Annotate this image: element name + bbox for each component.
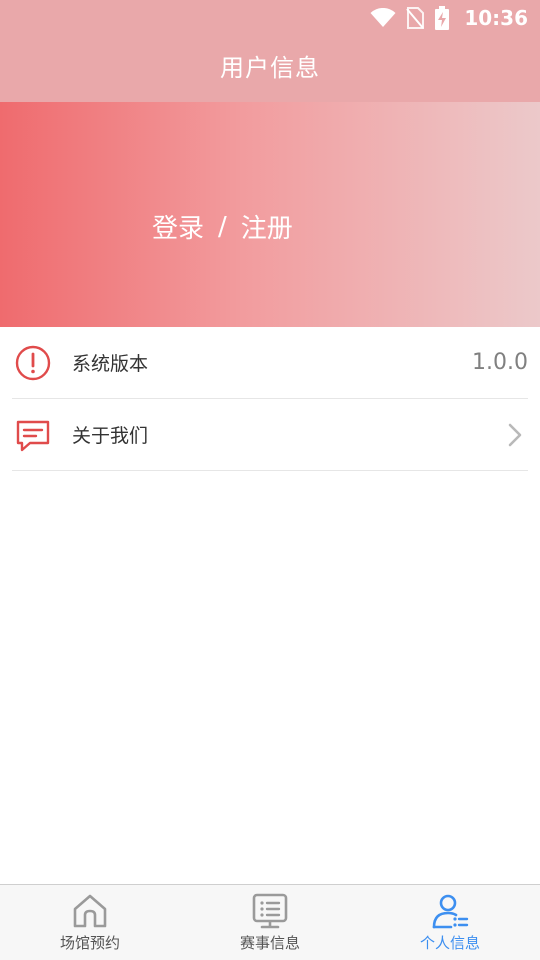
status-bar: 10:36	[0, 0, 540, 36]
list-item-label: 关于我们	[72, 425, 149, 447]
message-icon	[16, 420, 50, 451]
app-header: 10:36 用户信息	[0, 0, 540, 102]
list-item-label: 系统版本	[72, 353, 149, 375]
battery-charging-icon	[435, 6, 450, 30]
nav-label: 场馆预约	[59, 934, 120, 952]
list-item-about-us[interactable]: 关于我们	[12, 399, 528, 471]
wifi-icon	[370, 8, 396, 27]
nav-label: 个人信息	[419, 934, 480, 952]
auth-links: 登录 / 注册	[152, 208, 293, 245]
list-board-icon	[252, 893, 288, 929]
alert-circle-icon	[15, 345, 51, 380]
nav-tab-venue-booking[interactable]: 场馆预约	[0, 885, 180, 960]
user-list-icon	[432, 894, 469, 929]
page-title: 用户信息	[220, 54, 320, 82]
list-item-system-version[interactable]: 系统版本 1.0.0	[12, 327, 528, 399]
home-icon	[73, 894, 107, 928]
nav-tab-personal-info[interactable]: 个人信息	[360, 885, 540, 960]
no-sim-icon	[406, 7, 425, 29]
nav-tab-event-info[interactable]: 赛事信息	[180, 885, 360, 960]
version-value: 1.0.0	[472, 350, 528, 375]
nav-label: 赛事信息	[239, 934, 300, 952]
auth-separator: /	[218, 211, 227, 242]
status-time: 10:36	[464, 6, 528, 30]
chevron-right-icon	[508, 423, 522, 447]
settings-list: 系统版本 1.0.0 关于我们	[0, 327, 540, 471]
login-link[interactable]: 登录	[152, 208, 204, 245]
bottom-nav: 场馆预约 赛事信息 个人信息	[0, 884, 540, 960]
register-link[interactable]: 注册	[241, 208, 293, 245]
profile-banner: 登录 / 注册	[0, 102, 540, 327]
